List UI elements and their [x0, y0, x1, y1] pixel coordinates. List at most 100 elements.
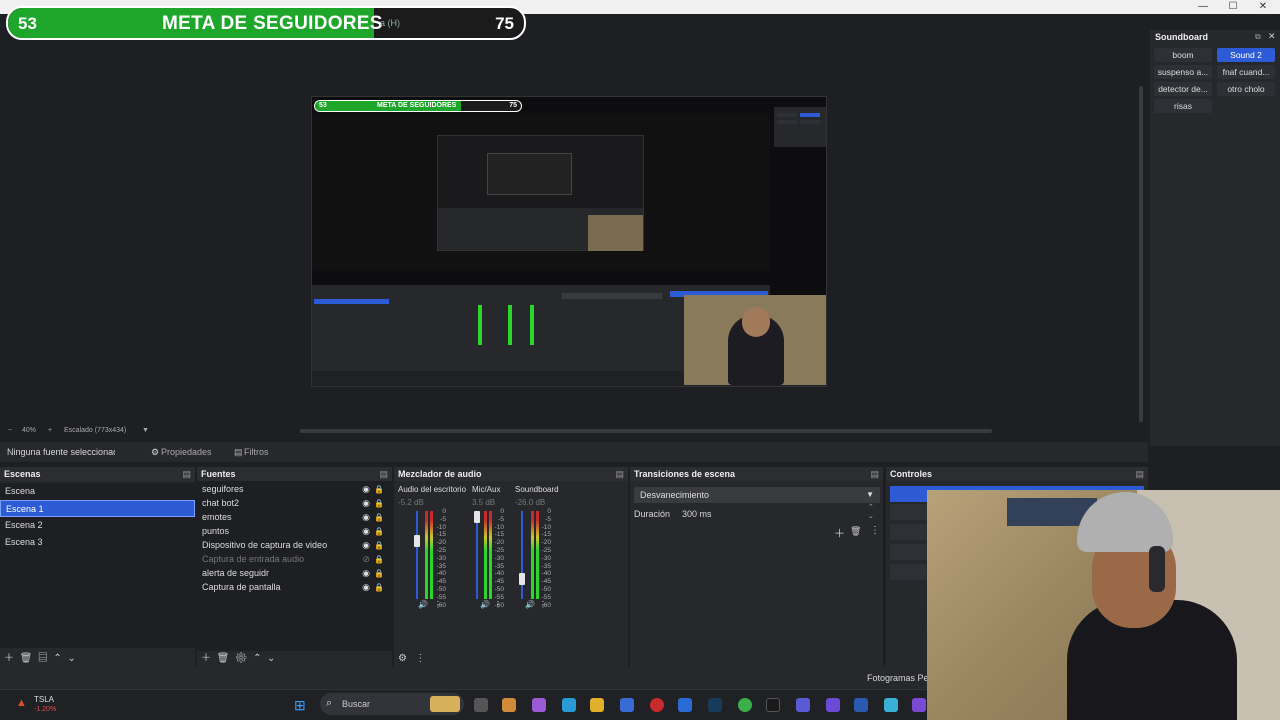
spin-down-icon[interactable]: ⌄ [868, 512, 874, 520]
trash-icon[interactable]: 🗑 [217, 653, 230, 664]
sound-button-risas[interactable]: risas [1154, 99, 1212, 113]
dock-menu-icon[interactable]: ▤ [1135, 467, 1144, 481]
context-bar: Ninguna fuente seleccionada ⚙ Propiedade… [0, 442, 1148, 462]
close-icon[interactable]: ✕ [1268, 31, 1276, 42]
more-icon[interactable]: ⋮ [434, 600, 442, 609]
dock-menu-icon[interactable]: ▤ [379, 467, 388, 481]
source-item[interactable]: Captura de pantalla ◉ 🔒 [197, 579, 392, 596]
webcam-overlay [927, 490, 1280, 720]
zoom-out-button[interactable]: − [8, 427, 12, 434]
mixer-channel-soundboard: Soundboard -26.0 dB 0 -5 -10 -15 -20 -25 -30 -3… [515, 481, 571, 651]
fader-knob[interactable] [414, 535, 420, 547]
more-icon[interactable]: ⋮ [539, 600, 547, 609]
lock-icon[interactable]: 🔒 [374, 579, 384, 596]
minimize-button[interactable]: — [1188, 0, 1218, 14]
spin-up-icon[interactable]: ⌃ [868, 503, 874, 511]
sound-button-sound-2[interactable]: Sound 2 [1217, 48, 1275, 62]
level-meter [484, 511, 487, 599]
sound-button-detector[interactable]: detector de... [1154, 82, 1212, 96]
copilot-icon[interactable] [532, 698, 546, 712]
dock-menu-icon[interactable]: ▤ [615, 467, 624, 481]
volume-fader[interactable] [476, 511, 478, 599]
scenes-dock: Escenas ▤ Escena Escena 1 Escena 2 Escena… [0, 467, 195, 667]
sound-button-suspenso[interactable]: suspenso a... [1154, 65, 1212, 79]
speaker-icon[interactable]: 🔊 [525, 600, 535, 609]
channel-name: Audio del escritorio [398, 485, 467, 494]
filters-button[interactable]: Filtros [244, 447, 269, 457]
steam-icon[interactable] [708, 698, 722, 712]
channel-name: Mic/Aux [472, 485, 501, 494]
windows-start-icon[interactable]: ⊞ [294, 697, 306, 714]
zoom-level: 40% [22, 427, 37, 434]
db-scale: 0 -5 -10 -15 -20 -25 -30 -35 -40 -45 -50 -55 -60 [494, 508, 504, 609]
taskbar-search[interactable]: ⌕ Buscar [320, 693, 464, 715]
chrome-icon[interactable] [738, 698, 752, 712]
eye-icon[interactable]: ◉ [362, 579, 370, 596]
transitions-title: Transiciones de escena [634, 469, 736, 479]
properties-button[interactable]: Propiedades [161, 447, 212, 457]
task-view-icon[interactable] [474, 698, 488, 712]
transition-select[interactable]: Desvanecimiento ▼ [634, 487, 880, 503]
volume-fader[interactable] [521, 511, 523, 599]
app-icon[interactable] [884, 698, 898, 712]
more-icon[interactable]: ⋮ [494, 600, 502, 609]
trash-icon[interactable]: 🗑 [20, 653, 33, 664]
app-icon[interactable] [826, 698, 840, 712]
channel-db: 3.5 dB [472, 498, 496, 507]
level-meter [425, 511, 428, 599]
preview-vertical-scrollbar[interactable] [1139, 86, 1143, 422]
chevron-down-icon[interactable]: ▼ [142, 427, 149, 434]
scene-item[interactable]: Escena [0, 483, 195, 500]
store-icon[interactable] [620, 698, 634, 712]
teams-icon[interactable] [796, 698, 810, 712]
dock-menu-icon[interactable]: ▤ [182, 467, 191, 481]
app-icon[interactable] [502, 698, 516, 712]
app-icon[interactable] [912, 698, 926, 712]
maximize-button[interactable]: ☐ [1218, 0, 1248, 14]
sound-button-boom[interactable]: boom [1154, 48, 1212, 62]
undock-icon[interactable]: ⧉ [1255, 32, 1261, 42]
trash-icon[interactable]: 🗑 [850, 526, 861, 537]
mixer-channel-desktop: Audio del escritorio -5.2 dB 0 -5 -10 -15 -2… [398, 481, 468, 651]
outlook-icon[interactable] [678, 698, 692, 712]
advanced-audio-icon[interactable]: ⚙ [398, 653, 407, 664]
add-icon[interactable]: ＋ [201, 653, 211, 664]
stock-widget-icon[interactable]: ▲ [16, 697, 27, 709]
add-icon[interactable]: ＋ [4, 653, 14, 664]
speaker-icon[interactable]: 🔊 [418, 600, 428, 609]
mixer-toolbar: ⚙ ⋮ [398, 653, 425, 664]
move-down-icon[interactable]: ⌄ [67, 653, 75, 664]
duration-field[interactable]: 300 ms [678, 507, 876, 521]
word-icon[interactable] [854, 698, 868, 712]
file-explorer-icon[interactable] [590, 698, 604, 712]
edge-icon[interactable] [562, 698, 576, 712]
fader-knob[interactable] [519, 573, 525, 585]
opera-icon[interactable] [650, 698, 664, 712]
obs-icon[interactable] [766, 698, 780, 712]
sound-button-fnaf[interactable]: fnaf cuand... [1217, 65, 1275, 79]
fader-knob[interactable] [474, 511, 480, 523]
scene-item[interactable]: Escena 3 [0, 534, 195, 551]
headphones [1149, 546, 1165, 592]
zoom-in-button[interactable]: + [48, 427, 52, 434]
move-down-icon[interactable]: ⌄ [267, 653, 275, 664]
goal-target-count: 75 [495, 14, 514, 33]
add-icon[interactable]: ＋ [834, 525, 845, 541]
gear-icon: ⚙ [151, 447, 160, 457]
scene-item-selected[interactable]: Escena 1 [0, 500, 195, 517]
volume-fader[interactable] [416, 511, 418, 599]
preview-horizontal-scrollbar[interactable] [300, 429, 992, 433]
scene-item[interactable]: Escena 2 [0, 517, 195, 534]
dock-menu-icon[interactable]: ▤ [870, 467, 879, 481]
move-up-icon[interactable]: ⌃ [53, 653, 61, 664]
more-icon[interactable]: ⋮ [870, 525, 880, 536]
filter-icon[interactable]: ▤ [38, 653, 48, 664]
sound-button-otro-cholo[interactable]: otro cholo [1217, 82, 1275, 96]
speaker-icon[interactable]: 🔊 [480, 600, 490, 609]
soundboard-dock: Soundboard ⧉ ✕ boom Sound 2 suspenso a..… [1150, 30, 1280, 446]
more-icon[interactable]: ⋮ [415, 653, 425, 664]
close-button[interactable]: ✕ [1248, 0, 1278, 14]
gear-icon[interactable]: ⚙ [235, 653, 248, 664]
move-up-icon[interactable]: ⌃ [253, 653, 261, 664]
filter-icon: ▤ [234, 447, 243, 457]
